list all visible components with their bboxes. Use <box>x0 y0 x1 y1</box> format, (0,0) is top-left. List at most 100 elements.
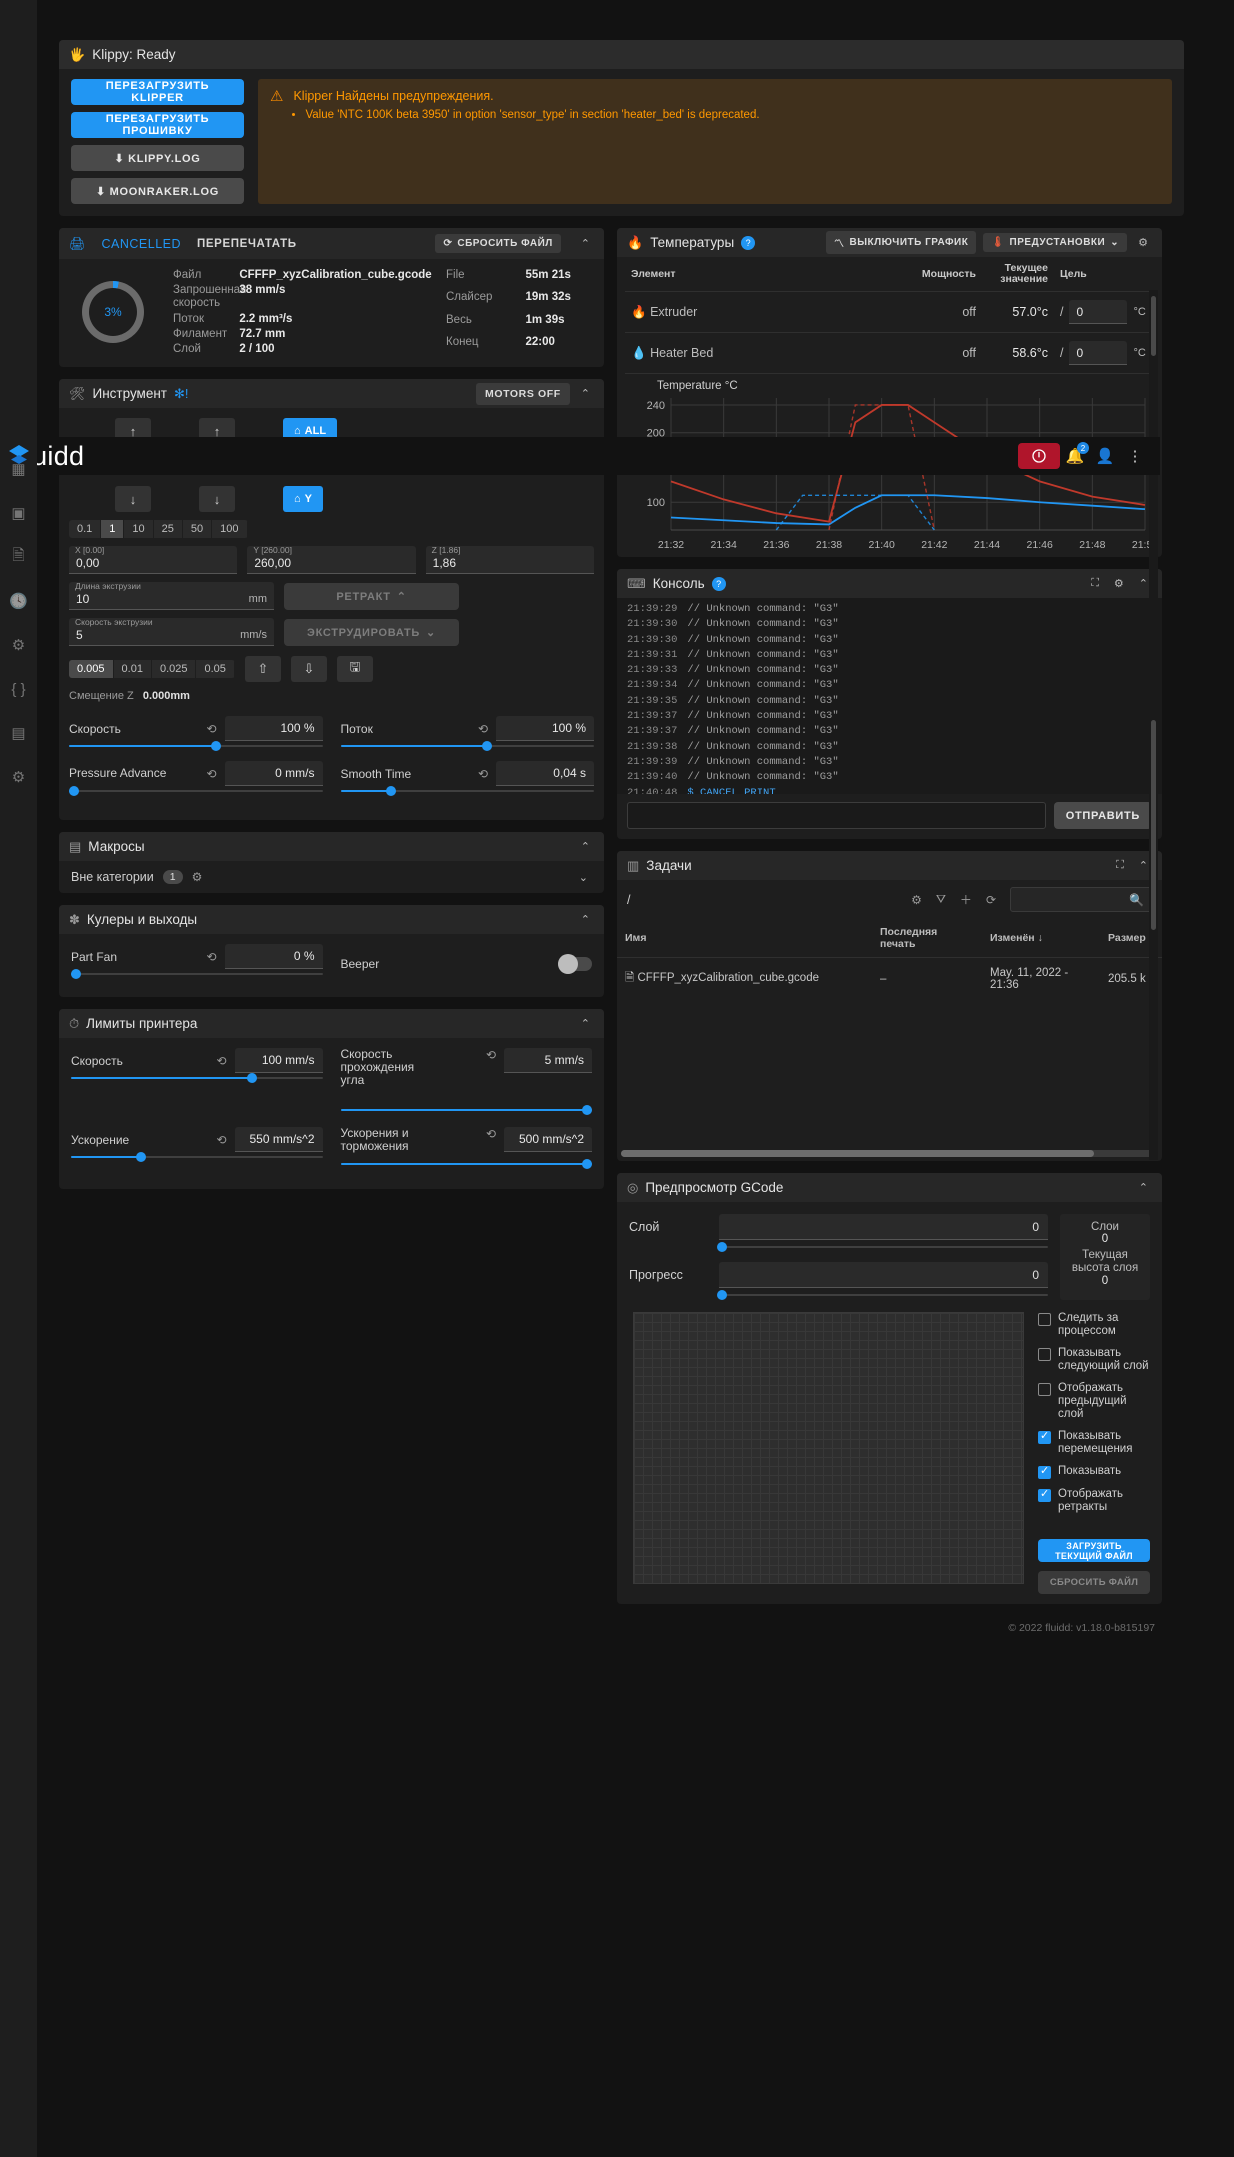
speed-value[interactable]: 100 % <box>224 716 323 741</box>
pressure-advance-value[interactable]: 0 mm/s <box>224 761 323 786</box>
limit-accel-value[interactable]: 550 mm/s^2 <box>234 1127 323 1152</box>
speed-slider[interactable] <box>69 741 323 751</box>
sidebar-item-settings[interactable]: ⚙ <box>8 766 30 788</box>
z-step-option[interactable]: 0.025 <box>152 660 197 678</box>
load-current-file-button[interactable]: ЗАГРУЗИТЬ ТЕКУЩИЙ ФАЙЛ <box>1038 1539 1150 1562</box>
part-fan-slider[interactable] <box>71 969 323 979</box>
z-offset-down-button[interactable]: ⇩ <box>290 656 327 682</box>
limit-corner-slider[interactable] <box>340 1105 592 1115</box>
col-last-print[interactable]: Последняя печать <box>872 919 982 958</box>
limit-decel-slider[interactable] <box>340 1159 592 1169</box>
flow-value[interactable]: 100 % <box>496 716 594 741</box>
flow-slider[interactable] <box>340 741 594 751</box>
progress-slider[interactable] <box>717 1290 1048 1300</box>
move-y-minus-button[interactable]: ↓ <box>115 486 151 512</box>
temperature-settings-icon[interactable]: ⚙ <box>1134 236 1152 249</box>
move-z-minus-button[interactable]: ↓ <box>199 486 235 512</box>
sidebar-item-tune[interactable]: ⚙ <box>8 634 30 656</box>
axis-y-field[interactable]: Y [260.00] 260,00 <box>247 545 416 574</box>
checkbox-show-retractions[interactable] <box>1038 1487 1051 1502</box>
overflow-menu-button[interactable]: ⋮ <box>1120 441 1150 471</box>
limit-speed-slider[interactable] <box>71 1073 323 1083</box>
motors-off-button[interactable]: MOTORS OFF <box>475 382 570 405</box>
console-output[interactable]: 21:39:29// Unknown command: "G3" 21:39:30… <box>617 598 1162 794</box>
z-step-option-selected[interactable]: 0.005 <box>69 660 114 678</box>
reset-limit-corner-icon[interactable]: ⟲ <box>486 1048 496 1062</box>
reset-limit-accel-icon[interactable]: ⟲ <box>216 1133 226 1147</box>
z-step-option[interactable]: 0.01 <box>114 660 152 678</box>
extrude-speed-field[interactable]: Скорость экструзии 5 mm/s <box>69 617 274 646</box>
smooth-time-slider[interactable] <box>340 786 594 796</box>
send-command-button[interactable]: ОТПРАВИТЬ <box>1053 802 1152 829</box>
sidebar-item-files[interactable]: 🗎 <box>8 546 30 568</box>
beeper-toggle[interactable] <box>558 953 592 974</box>
sidebar-item-history[interactable]: 🕓 <box>8 590 30 612</box>
reset-file-button[interactable]: СБРОСИТЬ ФАЙЛ <box>1038 1571 1150 1594</box>
checkbox-follow-progress[interactable] <box>1038 1313 1051 1326</box>
z-offset-save-button[interactable]: 🖫 <box>336 656 373 682</box>
step-size-selector[interactable]: 0.1 1 10 25 50 100 <box>69 520 248 538</box>
fullscreen-icon[interactable]: ⛶ <box>1112 859 1128 872</box>
smooth-time-value[interactable]: 0,04 s <box>496 761 594 786</box>
step-option-selected[interactable]: 1 <box>101 520 125 538</box>
console-scroll-gutter[interactable] <box>1149 600 1158 1160</box>
progress-value[interactable]: 0 <box>719 1262 1048 1288</box>
restart-klipper-button[interactable]: ПЕРЕЗАГРУЗИТЬ KLIPPER <box>71 79 244 105</box>
moonraker-log-button[interactable]: ⬇ MOONRAKER.LOG <box>71 178 244 204</box>
add-icon[interactable]: ＋ <box>960 891 972 908</box>
user-menu-button[interactable]: 👤 <box>1090 441 1120 471</box>
pressure-advance-slider[interactable] <box>69 786 323 796</box>
reset-speed-icon[interactable]: ⟲ <box>206 722 216 736</box>
table-row[interactable]: 🗎 CFFFP_xyzCalibration_cube.gcode – May.… <box>617 958 1162 1001</box>
reprint-button[interactable]: ПЕРЕПЕЧАТАТЬ <box>197 238 297 250</box>
collapse-limits-icon[interactable]: ⌃ <box>577 1017 594 1030</box>
collapse-print-status-icon[interactable]: ⌃ <box>577 237 594 250</box>
step-option[interactable]: 50 <box>183 520 213 538</box>
expand-macro-group-icon[interactable]: ⌄ <box>575 871 592 884</box>
sidebar-item-config[interactable]: { } <box>8 678 30 700</box>
limit-speed-value[interactable]: 100 mm/s <box>234 1048 323 1073</box>
reset-limit-speed-icon[interactable]: ⟲ <box>216 1054 226 1068</box>
filter-icon[interactable]: ⛛ <box>936 892 946 907</box>
help-icon[interactable]: ? <box>711 576 726 591</box>
restart-firmware-button[interactable]: ПЕРЕЗАГРУЗИТЬ ПРОШИВКУ <box>71 112 244 138</box>
z-step-option[interactable]: 0.05 <box>196 660 235 678</box>
gear-icon[interactable]: ⚙ <box>192 870 203 884</box>
toggle-chart-button[interactable]: 〽 ВЫКЛЮЧИТЬ ГРАФИК <box>825 231 977 254</box>
console-settings-icon[interactable]: ⚙ <box>1110 577 1128 590</box>
reset-flow-icon[interactable]: ⟲ <box>478 722 488 736</box>
layer-slider[interactable] <box>717 1242 1048 1252</box>
reset-file-button[interactable]: ⟳ СБРОСИТЬ ФАЙЛ <box>435 234 561 253</box>
extruder-target-input[interactable]: 0 <box>1069 300 1128 324</box>
step-option[interactable]: 25 <box>154 520 183 538</box>
jobs-horizontal-scrollbar[interactable] <box>621 1150 1158 1157</box>
col-modified[interactable]: Изменён ↓ <box>982 919 1100 958</box>
axis-z-field[interactable]: Z [1.86] 1,86 <box>425 545 594 574</box>
step-option[interactable]: 100 <box>212 520 248 538</box>
gcode-canvas[interactable] <box>633 1312 1024 1584</box>
axis-x-field[interactable]: X [0.00] 0,00 <box>69 545 238 574</box>
sidebar-item-device[interactable]: ▤ <box>8 722 30 744</box>
collapse-gcode-icon[interactable]: ⌃ <box>1135 1181 1152 1194</box>
notifications-button[interactable]: 🔔 2 <box>1060 441 1090 471</box>
limit-decel-value[interactable]: 500 mm/s^2 <box>504 1127 592 1152</box>
sidebar-item-dashboard[interactable]: ▦ <box>8 458 30 480</box>
bulk-actions-icon[interactable]: ⚙ <box>911 893 922 907</box>
checkbox-show-moves[interactable] <box>1038 1429 1051 1444</box>
reset-part-fan-icon[interactable]: ⟲ <box>206 950 216 964</box>
retract-button[interactable]: РЕТРАКТ ⌃ <box>284 583 459 610</box>
checkbox-show-previous-layer[interactable] <box>1038 1383 1051 1396</box>
fullscreen-icon[interactable]: ⛶ <box>1087 577 1103 590</box>
collapse-fans-icon[interactable]: ⌃ <box>577 913 594 926</box>
home-y-button[interactable]: ⌂ Y <box>283 486 323 512</box>
reset-smooth-time-icon[interactable]: ⟲ <box>478 767 488 781</box>
checkbox-show-extrusions[interactable] <box>1038 1464 1051 1479</box>
klippy-log-button[interactable]: ⬇ KLIPPY.LOG <box>71 145 244 171</box>
jobs-search-input[interactable]: 🔍 <box>1010 887 1152 912</box>
step-option[interactable]: 0.1 <box>69 520 102 538</box>
step-option[interactable]: 10 <box>124 520 154 538</box>
reset-limit-decel-icon[interactable]: ⟲ <box>486 1127 496 1141</box>
collapse-tool-icon[interactable]: ⌃ <box>577 387 594 400</box>
presets-button[interactable]: 🌡 ПРЕДУСТАНОВКИ ⌄ <box>983 233 1128 252</box>
z-step-selector[interactable]: 0.005 0.01 0.025 0.05 <box>69 660 235 678</box>
